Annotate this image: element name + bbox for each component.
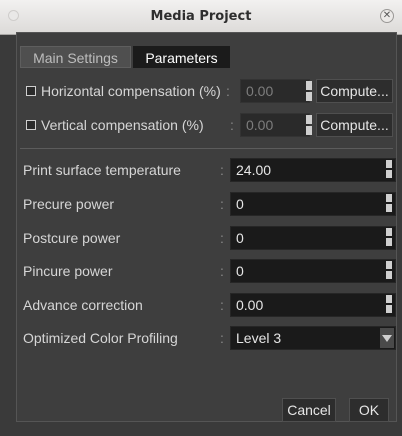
vertical-compensation-label: Vertical compensation (%): [41, 117, 204, 133]
tab-parameters[interactable]: Parameters: [133, 46, 230, 68]
precure-power-spinner[interactable]: [386, 194, 392, 212]
colon: :: [220, 230, 224, 246]
colon: :: [220, 297, 224, 313]
horizontal-compensation-input[interactable]: 0.00: [240, 79, 310, 103]
close-icon[interactable]: ✕: [380, 9, 394, 23]
horizontal-compensation-spinner[interactable]: [306, 81, 312, 101]
colon: :: [220, 263, 224, 279]
dialog-window: Media Project ✕ Main Settings Parameters…: [0, 0, 402, 436]
vertical-compensation-checkbox[interactable]: [26, 120, 36, 130]
postcure-power-label: Postcure power: [23, 230, 121, 246]
colon: :: [220, 196, 224, 212]
postcure-power-input[interactable]: 0: [230, 226, 396, 250]
optimized-color-profiling-select[interactable]: Level 3: [230, 326, 396, 350]
vertical-compensation-spinner[interactable]: [306, 115, 312, 135]
window-title: Media Project: [150, 9, 252, 24]
advance-correction-input[interactable]: 0.00: [230, 293, 396, 317]
precure-power-row: Precure power : 0: [16, 189, 397, 219]
advance-correction-row: Advance correction : 0.00: [16, 290, 397, 320]
vertical-compute-button[interactable]: Compute...: [316, 113, 393, 137]
optimized-color-profiling-row: Optimized Color Profiling : Level 3: [16, 323, 397, 353]
vertical-compensation-input[interactable]: 0.00: [240, 113, 310, 137]
pincure-power-row: Pincure power : 0: [16, 256, 397, 286]
horizontal-compensation-label: Horizontal compensation (%): [41, 83, 221, 99]
title-bar[interactable]: Media Project ✕: [0, 0, 402, 35]
chevron-down-icon[interactable]: [380, 328, 394, 348]
print-surface-temperature-input[interactable]: 24.00: [230, 158, 396, 182]
colon: :: [226, 83, 230, 99]
colon: :: [220, 162, 224, 178]
optimized-color-profiling-value: Level 3: [236, 330, 282, 346]
pincure-power-label: Pincure power: [23, 263, 113, 279]
cancel-button[interactable]: Cancel: [282, 398, 336, 422]
print-surface-temperature-label: Print surface temperature: [23, 162, 181, 178]
postcure-power-row: Postcure power : 0: [16, 223, 397, 253]
optimized-color-profiling-label: Optimized Color Profiling: [23, 330, 178, 346]
colon: :: [230, 117, 234, 133]
divider: [20, 148, 393, 149]
advance-correction-spinner[interactable]: [386, 295, 392, 313]
pincure-power-spinner[interactable]: [386, 261, 392, 279]
colon: :: [220, 330, 224, 346]
horizontal-compensation-checkbox[interactable]: [26, 86, 36, 96]
precure-power-input[interactable]: 0: [230, 192, 396, 216]
print-surface-temperature-spinner[interactable]: [386, 160, 392, 178]
precure-power-label: Precure power: [23, 196, 115, 212]
pincure-power-input[interactable]: 0: [230, 259, 396, 283]
horizontal-compute-button[interactable]: Compute...: [316, 79, 393, 103]
postcure-power-spinner[interactable]: [386, 228, 392, 246]
print-surface-temperature-row: Print surface temperature : 24.00: [16, 155, 397, 185]
tab-main-settings[interactable]: Main Settings: [20, 46, 131, 68]
advance-correction-label: Advance correction: [23, 297, 143, 313]
horizontal-compensation-row: Horizontal compensation (%) : 0.00 Compu…: [16, 76, 397, 106]
ok-button[interactable]: OK: [349, 398, 389, 422]
vertical-compensation-row: Vertical compensation (%) : 0.00 Compute…: [16, 110, 397, 140]
